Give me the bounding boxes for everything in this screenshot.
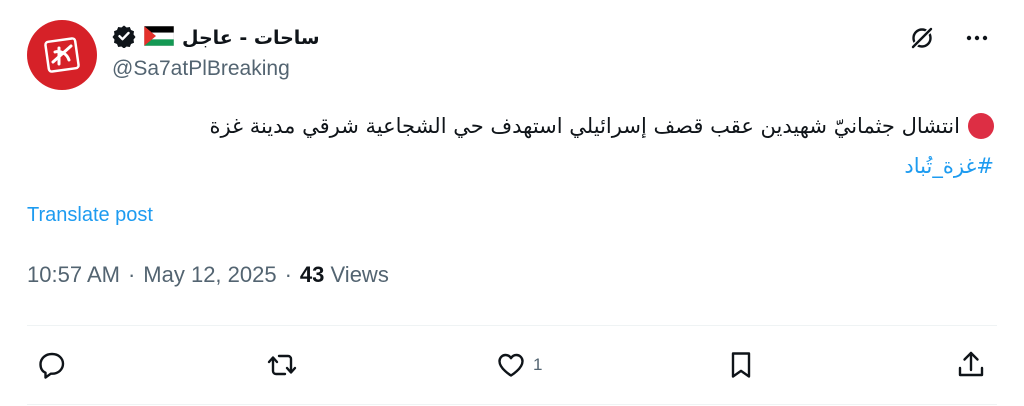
views-count: 43 xyxy=(299,262,325,287)
meta-separator: · xyxy=(127,262,136,287)
reply-icon xyxy=(39,352,65,379)
verified-badge-icon xyxy=(112,24,136,52)
repost-button[interactable] xyxy=(266,344,298,386)
divider xyxy=(27,325,997,326)
action-bar: 1 xyxy=(0,344,1024,386)
translate-post-link[interactable]: Translate post xyxy=(27,204,153,227)
share-button[interactable] xyxy=(955,344,987,386)
author-handle[interactable]: @Sa7atPlBreaking xyxy=(112,57,290,81)
divider-bottom xyxy=(27,404,997,405)
views-label: Views xyxy=(330,262,389,287)
reply-button[interactable] xyxy=(36,344,68,386)
bookmark-button[interactable] xyxy=(725,344,757,386)
tweet-date[interactable]: May 12, 2025 xyxy=(143,262,276,288)
heart-icon xyxy=(498,353,524,377)
share-icon xyxy=(958,351,984,377)
like-button[interactable]: 1 xyxy=(495,344,542,386)
meta-separator-2: · xyxy=(284,262,292,287)
tweet-meta: 10:57 AM · May 12, 2025 · 43 Views xyxy=(27,262,389,288)
avatar[interactable] xyxy=(27,20,97,90)
brand-logo-icon xyxy=(44,37,80,73)
like-count: 1 xyxy=(533,355,543,374)
red-circle-icon xyxy=(968,113,994,139)
grok-icon[interactable] xyxy=(908,24,936,56)
tweet-header-actions xyxy=(908,24,990,56)
views-stat[interactable]: 43 Views xyxy=(300,262,389,288)
author-display-name[interactable]: ساحات - عاجل xyxy=(182,28,320,48)
more-options-icon[interactable] xyxy=(964,25,990,55)
tweet-text: انتشال جثمانيّ شهيدين عقب قصف إسرائيلي ا… xyxy=(114,112,994,180)
repost-icon xyxy=(267,354,297,376)
tweet-time[interactable]: 10:57 AM xyxy=(27,262,120,288)
bookmark-icon xyxy=(731,352,751,378)
palestine-flag-icon xyxy=(143,25,175,50)
tweet-body: انتشال جثمانيّ شهيدين عقب قصف إسرائيلي ا… xyxy=(209,114,960,138)
author-name-row: ساحات - عاجل xyxy=(112,24,320,52)
hashtag-link[interactable]: #غزة_تُباد xyxy=(114,152,994,180)
